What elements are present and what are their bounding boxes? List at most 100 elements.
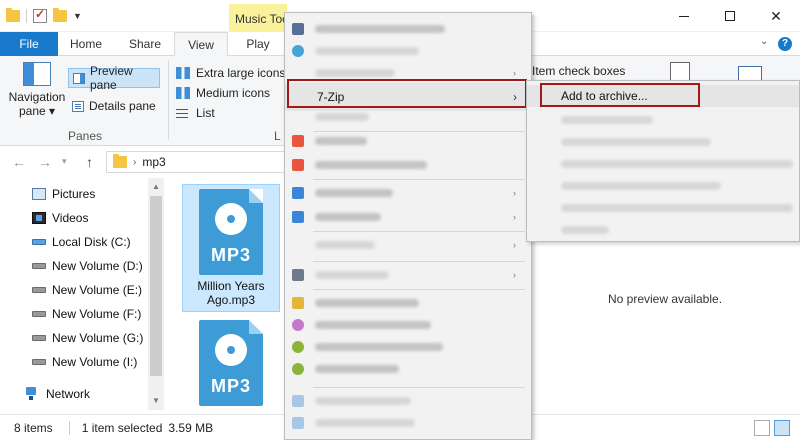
nav-item-label: Pictures — [52, 187, 96, 201]
submenu-item[interactable] — [527, 175, 799, 197]
file-item[interactable]: MP3 Million Years Ago.mp3 — [182, 184, 280, 312]
navigation-pane-button[interactable]: Navigation pane ▾ — [8, 60, 66, 118]
music-disc-icon — [215, 203, 247, 235]
view-toggle-group — [754, 420, 790, 436]
properties-icon[interactable] — [33, 7, 47, 23]
back-arrow-icon[interactable]: ← — [12, 154, 26, 170]
address-bar[interactable]: › mp3 — [106, 151, 286, 173]
scroll-up-icon[interactable]: ▲ — [152, 182, 160, 191]
submenu-item[interactable] — [527, 153, 799, 175]
details-pane-button[interactable]: Details pane — [68, 96, 160, 116]
scroll-down-icon[interactable]: ▼ — [152, 396, 160, 405]
nav-item-volume-f[interactable]: New Volume (F:) — [32, 304, 141, 324]
nav-item-pictures[interactable]: Pictures — [32, 184, 95, 204]
nav-item-network[interactable]: Network — [24, 384, 90, 404]
nav-item-videos[interactable]: Videos — [32, 208, 88, 228]
item-check-boxes-option[interactable]: Item check boxes — [532, 64, 625, 78]
context-menu-item[interactable] — [285, 313, 531, 337]
context-menu-item[interactable]: › — [285, 263, 531, 287]
context-menu-item[interactable] — [285, 335, 531, 359]
tab-file[interactable]: File — [0, 32, 58, 56]
blurred-label — [315, 343, 443, 351]
minimize-icon — [679, 15, 689, 17]
details-view-icon[interactable] — [754, 420, 770, 436]
app-icon — [292, 23, 304, 35]
maximize-icon — [725, 11, 735, 21]
app-icon — [292, 319, 304, 331]
customize-quick-access-dropdown[interactable]: ▼ — [73, 11, 82, 21]
context-menu-item[interactable] — [285, 411, 531, 435]
context-menu-item[interactable] — [285, 153, 531, 177]
context-menu-item[interactable]: › — [285, 205, 531, 229]
breadcrumb[interactable]: mp3 — [142, 155, 165, 169]
nav-item-volume-d[interactable]: New Volume (D:) — [32, 256, 143, 276]
layout-group-label: L — [274, 129, 281, 143]
music-tools-contextual-tab[interactable]: Music Tools — [229, 4, 287, 32]
nav-item-label: New Volume (I:) — [52, 355, 138, 369]
layout-extra-large-icons[interactable]: Extra large icons — [176, 64, 285, 82]
app-icon — [292, 269, 304, 281]
details-pane-icon — [72, 100, 84, 112]
help-icon[interactable]: ? — [778, 37, 792, 51]
submenu-item[interactable] — [527, 109, 799, 131]
submenu-item[interactable] — [527, 197, 799, 219]
context-menu-item[interactable] — [285, 105, 531, 129]
up-arrow-icon[interactable]: ↑ — [86, 154, 93, 170]
blurred-label — [561, 182, 721, 190]
hide-selected-items-icon[interactable] — [670, 62, 690, 82]
close-button[interactable]: ✕ — [756, 4, 796, 28]
nav-item-label: Local Disk (C:) — [52, 235, 131, 249]
nav-item-local-disk-c[interactable]: Local Disk (C:) — [32, 232, 131, 252]
file-item[interactable]: MP3 — [182, 316, 280, 406]
blurred-label — [561, 116, 653, 124]
blurred-label — [315, 113, 369, 121]
ribbon-divider — [168, 60, 169, 140]
forward-arrow-icon[interactable]: → — [38, 154, 52, 170]
context-menu-item[interactable] — [285, 17, 531, 41]
submenu-item[interactable] — [527, 219, 799, 241]
pictures-icon — [32, 188, 46, 200]
large-icons-view-icon[interactable] — [774, 420, 790, 436]
mp3-file-icon: MP3 — [199, 189, 263, 275]
tab-share[interactable]: Share — [116, 32, 174, 56]
tab-home[interactable]: Home — [60, 32, 112, 56]
scrollbar-thumb[interactable] — [150, 196, 162, 376]
nav-item-volume-g[interactable]: New Volume (G:) — [32, 328, 143, 348]
blurred-label — [315, 213, 381, 221]
context-menu-item[interactable] — [285, 129, 531, 153]
file-type-badge: MP3 — [210, 376, 251, 396]
context-menu-item[interactable] — [285, 357, 531, 381]
menu-separator — [313, 231, 525, 232]
blurred-label — [315, 321, 431, 329]
navigation-scrollbar[interactable]: ▲ ▼ — [148, 178, 164, 410]
minimize-button[interactable] — [664, 4, 704, 28]
tab-play[interactable]: Play — [230, 32, 286, 56]
nav-item-volume-i[interactable]: New Volume (I:) — [32, 352, 137, 372]
new-folder-icon[interactable] — [53, 8, 67, 22]
preview-pane-button[interactable]: Preview pane — [68, 64, 160, 92]
submenu-item[interactable] — [527, 131, 799, 153]
navigation-pane-icon — [23, 62, 51, 86]
tab-view[interactable]: View — [174, 32, 228, 57]
maximize-button[interactable] — [710, 4, 750, 28]
context-menu-item[interactable] — [285, 39, 531, 63]
selection-size: 3.59 MB — [168, 420, 214, 435]
context-menu-item[interactable] — [285, 291, 531, 315]
context-menu-item[interactable]: › — [285, 181, 531, 205]
toolbar-divider — [26, 9, 27, 23]
blurred-label — [561, 160, 793, 168]
music-disc-icon — [215, 334, 247, 366]
context-menu-item[interactable]: › — [285, 233, 531, 257]
breadcrumb-chevron-icon[interactable]: › — [133, 157, 136, 168]
submenu-arrow-icon: › — [513, 188, 516, 198]
app-icon — [292, 159, 304, 171]
expand-ribbon-icon[interactable]: ⌄ — [760, 36, 768, 47]
nav-item-label: New Volume (D:) — [52, 259, 143, 273]
context-menu: › 7-Zip › › › › › — [284, 12, 532, 440]
layout-list[interactable]: List — [176, 104, 215, 122]
layout-medium-icons[interactable]: Medium icons — [176, 84, 270, 102]
nav-item-volume-e[interactable]: New Volume (E:) — [32, 280, 142, 300]
context-menu-item[interactable] — [285, 389, 531, 413]
menu-separator — [313, 179, 525, 180]
recent-locations-dropdown-icon[interactable]: ▾ — [62, 156, 67, 167]
